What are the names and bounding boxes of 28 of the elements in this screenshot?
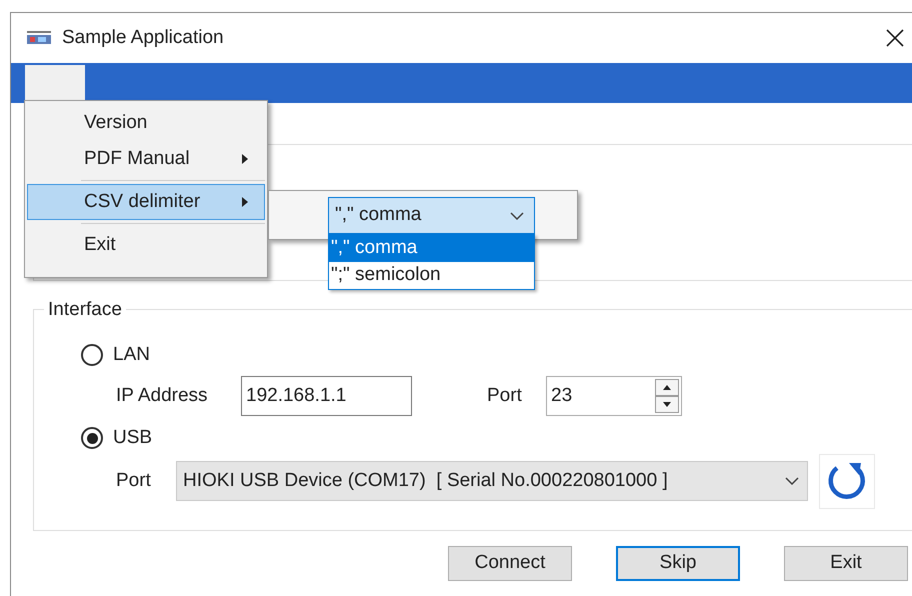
chevron-down-icon — [785, 477, 799, 485]
close-icon[interactable] — [886, 29, 904, 47]
chevron-down-icon — [510, 212, 524, 220]
dropdown-option[interactable]: ";" semicolon — [329, 262, 534, 289]
dialog-button[interactable]: Connect — [448, 546, 572, 581]
refresh-button[interactable] — [819, 454, 875, 508]
radio-label: USB — [113, 426, 152, 450]
app-icon — [26, 30, 52, 46]
ip-address-label: IP Address — [116, 384, 209, 408]
usb-port-dropdown[interactable]: HIOKI USB Device (COM17) [ Serial No.000220801000 ] — [176, 461, 808, 501]
ip-address-field[interactable]: 192.168.1.1 — [241, 376, 412, 416]
port-spinner[interactable]: 23 — [546, 376, 682, 416]
delimiter-dropdown[interactable]: "," comma — [328, 197, 535, 234]
menu-item[interactable]: Exit — [27, 227, 265, 263]
window-title: Sample Application — [62, 26, 224, 50]
radio-button[interactable] — [81, 427, 103, 449]
menu-item[interactable]: CSV delimiter — [27, 184, 265, 220]
menu-bar-item[interactable] — [25, 65, 85, 103]
dialog-button[interactable]: Skip — [616, 546, 740, 581]
menu-item[interactable]: PDF Manual — [27, 141, 265, 177]
port-label: Port — [116, 468, 152, 493]
dropdown-option[interactable]: "," comma — [329, 235, 534, 262]
port-label: Port — [487, 384, 523, 408]
radio-button[interactable] — [81, 344, 103, 366]
dialog-button[interactable]: Exit — [784, 546, 908, 581]
radio-label: LAN — [113, 342, 150, 367]
spinner-arrows-icon[interactable] — [655, 379, 679, 413]
menu-item[interactable]: Version — [27, 105, 265, 141]
